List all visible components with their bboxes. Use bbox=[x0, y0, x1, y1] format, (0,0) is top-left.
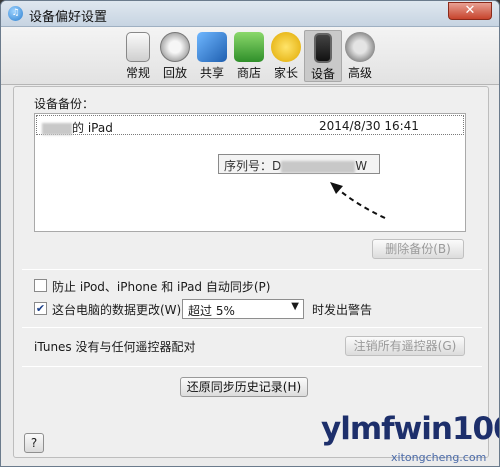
warning-suffix: 时发出警告 bbox=[312, 303, 373, 317]
divider bbox=[22, 269, 482, 270]
data-change-label: 这台电脑的数据更改(W) bbox=[52, 303, 182, 317]
backup-device-name: 的 iPad bbox=[42, 119, 113, 136]
chevron-down-icon: ▼ bbox=[291, 301, 299, 312]
tab-sharing-label: 共享 bbox=[199, 66, 224, 80]
remote-status: iTunes 没有与任何遥控器配对 bbox=[34, 340, 196, 354]
tab-playback[interactable]: 回放 bbox=[156, 30, 194, 82]
data-change-checkbox[interactable]: ✔ bbox=[34, 302, 47, 315]
tab-devices-label: 设备 bbox=[310, 67, 335, 81]
backup-name-text: 的 iPad bbox=[72, 121, 113, 135]
prevent-sync-label: 防止 iPod、iPhone 和 iPad 自动同步(P) bbox=[52, 280, 271, 294]
tab-sharing[interactable]: 共享 bbox=[193, 30, 231, 82]
sharing-icon bbox=[197, 32, 227, 62]
title-bar: ♫ 设备偏好设置 ✕ bbox=[1, 1, 499, 27]
redacted-name bbox=[42, 122, 72, 135]
delete-backup-button[interactable]: 删除备份(B) bbox=[372, 239, 464, 259]
store-icon bbox=[234, 32, 264, 62]
tab-general[interactable]: 常规 bbox=[119, 30, 157, 82]
help-button[interactable]: ? bbox=[24, 433, 44, 453]
serial-tooltip: 序列号：D W bbox=[218, 154, 380, 174]
tab-parental-label: 家长 bbox=[273, 66, 298, 80]
tab-advanced-label: 高级 bbox=[347, 66, 372, 80]
threshold-select[interactable]: 超过 5% ▼ bbox=[182, 299, 304, 319]
watermark-main: ylmfwin100.com bbox=[321, 411, 499, 447]
devices-icon bbox=[314, 33, 332, 63]
redacted-serial bbox=[281, 160, 356, 173]
serial-prefix: 序列号： bbox=[224, 159, 273, 173]
tab-store[interactable]: 商店 bbox=[230, 30, 268, 82]
window-title: 设备偏好设置 bbox=[29, 10, 108, 25]
playback-icon bbox=[160, 32, 190, 62]
tab-playback-label: 回放 bbox=[162, 66, 187, 80]
devices-panel: 设备备份： 的 iPad 2014/8/30 16:41 序列号：D W 删除备份… bbox=[13, 86, 489, 458]
advanced-icon bbox=[345, 32, 375, 62]
preferences-window: ♫ 设备偏好设置 ✕ 常规 回放 共享 商店 家长 设备 高级 设备备份： 的 … bbox=[0, 0, 500, 467]
parental-icon bbox=[271, 32, 301, 62]
watermark-sub: xitongcheng.com bbox=[391, 451, 487, 464]
reset-sync-history-button[interactable]: 还原同步历史记录(H) bbox=[180, 377, 308, 397]
unpair-remotes-button[interactable]: 注销所有遥控器(G) bbox=[345, 336, 465, 356]
device-backups-label: 设备备份： bbox=[34, 97, 95, 111]
annotation-arrow-icon bbox=[330, 182, 386, 219]
divider bbox=[22, 327, 482, 328]
threshold-value: 超过 5% bbox=[188, 304, 235, 318]
tab-general-label: 常规 bbox=[125, 66, 150, 80]
general-icon bbox=[126, 32, 150, 62]
backup-list[interactable]: 的 iPad 2014/8/30 16:41 序列号：D W bbox=[34, 113, 466, 232]
toolbar: 常规 回放 共享 商店 家长 设备 高级 bbox=[1, 27, 499, 85]
backup-date: 2014/8/30 16:41 bbox=[319, 119, 419, 133]
close-button[interactable]: ✕ bbox=[448, 2, 492, 20]
tab-advanced[interactable]: 高级 bbox=[341, 30, 379, 82]
tab-store-label: 商店 bbox=[236, 66, 261, 80]
watermark-logo: ylmfwin100.com xitongcheng.com bbox=[321, 411, 499, 466]
divider bbox=[22, 366, 482, 367]
serial-start: D bbox=[272, 159, 282, 173]
tab-parental[interactable]: 家长 bbox=[267, 30, 305, 82]
tab-devices[interactable]: 设备 bbox=[304, 30, 342, 82]
serial-end: W bbox=[355, 159, 368, 173]
backup-row[interactable]: 的 iPad 2014/8/30 16:41 bbox=[36, 115, 464, 135]
prevent-sync-checkbox[interactable] bbox=[34, 279, 47, 292]
itunes-icon: ♫ bbox=[8, 6, 23, 21]
